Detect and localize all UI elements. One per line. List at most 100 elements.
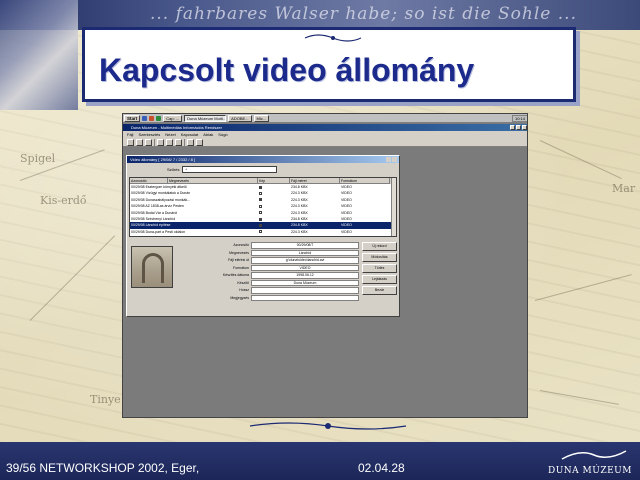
windows-taskbar: Start Cap: ... Duna Múzeum Multi... ADOB… — [123, 114, 527, 123]
detail-label: Megnevezés — [229, 250, 249, 255]
filter-row: Szűrés * — [167, 166, 278, 173]
new-record-button[interactable]: Új rekord — [362, 242, 397, 251]
video-table: Azonosító Megnevezés Kép Fájl méret Form… — [129, 177, 397, 237]
divider-ornament-icon — [249, 422, 407, 430]
detail-buttons: Új rekord Módosítás Törlés Lejátszás Bez… — [362, 242, 397, 297]
table-body: 00/29/08 Esztergom környéki átkelő 234.8 … — [130, 184, 396, 236]
checked-checkbox-icon[interactable] — [259, 217, 262, 221]
detail-label: Készítő — [237, 280, 249, 285]
detail-field[interactable] — [251, 287, 359, 294]
slide-title: Kapcsolt video állomány — [99, 52, 475, 88]
row-format: VIDEO — [340, 235, 390, 236]
desktop-screenshot: Start Cap: ... Duna Múzeum Multi... ADOB… — [122, 113, 528, 418]
map-line — [539, 140, 622, 179]
row-name: 00/29/08 Hajózás a Dunán — [130, 235, 258, 236]
quicklaunch-icon[interactable] — [149, 115, 155, 121]
detail-field[interactable]: Lánchíd — [251, 249, 359, 256]
detail-field[interactable]: 1998.06.12 — [251, 272, 359, 279]
filter-input[interactable]: * — [182, 166, 278, 173]
toolbar-separator — [154, 139, 155, 146]
map-label: Spigel — [20, 152, 56, 165]
detail-field[interactable]: g:\duna\video\lanchid.avi — [251, 257, 359, 264]
checked-checkbox-icon[interactable] — [259, 185, 262, 189]
detail-field[interactable]: 00/29/08/7 — [251, 242, 359, 249]
detail-panel: Azonosító Megnevezés Fájl elérési út For… — [129, 240, 397, 316]
dialog-titlebar: Video állomány [ 29/08/ 7 / 2332 / 8 ] — [127, 156, 399, 163]
taskbar-item[interactable]: Cap: ... — [163, 114, 183, 122]
detail-label: Készítés dátuma — [222, 273, 249, 277]
menu-item-edit[interactable]: Szerkesztés — [138, 131, 160, 138]
detail-field[interactable] — [251, 294, 359, 301]
detail-labels: Azonosító Megnevezés Fájl elérési út For… — [189, 242, 249, 302]
video-thumbnail — [131, 246, 173, 288]
taskbar-item[interactable]: Mic... — [253, 114, 270, 122]
row-image-flag[interactable] — [258, 235, 290, 236]
row-size: 234.8 KBX — [290, 235, 340, 236]
filter-icon[interactable] — [175, 139, 182, 146]
detail-label: Fájl elérési út — [228, 258, 249, 262]
checked-checkbox-icon[interactable] — [259, 223, 262, 227]
menu-item-view[interactable]: Nézet — [165, 131, 175, 138]
footer-text: 39/56 NETWORKSHOP 2002, Eger, — [6, 461, 200, 475]
detail-field[interactable]: VIDEO — [251, 264, 359, 271]
table-row[interactable]: 00/29/08 Hajózás a Dunán 234.8 KBXVIDEO — [130, 235, 396, 236]
taskbar-item[interactable]: Duna Múzeum Multi... — [184, 114, 227, 122]
close-icon[interactable] — [522, 125, 527, 130]
maximize-icon[interactable] — [516, 125, 521, 130]
menu-item-window[interactable]: Ablak — [203, 131, 213, 138]
minimize-icon[interactable] — [510, 125, 515, 130]
map-line — [29, 235, 116, 321]
map-label: Mar — [612, 182, 636, 195]
find-icon[interactable] — [166, 139, 173, 146]
menu-item-file[interactable]: Fájl — [127, 131, 133, 138]
app-menubar: Fájl Szerkesztés Nézet Kapcsolat Ablak S… — [123, 131, 527, 138]
detail-label: Hossz — [239, 288, 249, 292]
app-titlebar: Duna Múzeum - Multimédiás Információs Re… — [123, 124, 527, 131]
menu-item-link[interactable]: Kapcsolat — [181, 131, 199, 138]
taskbar-clock: 10:14 — [511, 114, 527, 122]
bridge-arch-image — [142, 253, 164, 283]
quicklaunch-icon[interactable] — [156, 115, 162, 121]
taskbar-item[interactable]: ADOBE... — [228, 114, 252, 122]
app-title-text: Duna Múzeum - Multimédiás Információs Re… — [131, 125, 222, 130]
map-line — [534, 274, 632, 301]
filter-label: Szűrés — [167, 167, 180, 172]
video-icon[interactable] — [187, 139, 194, 146]
map-line — [539, 390, 619, 405]
close-button[interactable]: Bezár — [362, 286, 397, 295]
help-icon[interactable] — [196, 139, 203, 146]
menu-item-help[interactable]: Súgó — [218, 131, 227, 138]
map-label: Tinye — [90, 393, 121, 406]
app-toolbar — [123, 138, 527, 147]
dialog-title: Video állomány [ 29/08/ 7 / 2332 / 8 ] — [130, 157, 196, 162]
delete-button[interactable]: Törlés — [362, 264, 397, 273]
detail-values: 00/29/08/7 Lánchíd g:\duna\video\lanchid… — [251, 242, 359, 302]
detail-field[interactable]: Duna Múzeum — [251, 279, 359, 286]
maximize-icon[interactable] — [386, 157, 391, 162]
print-icon[interactable] — [157, 139, 164, 146]
table-scrollbar[interactable] — [391, 178, 396, 236]
ornament-icon — [304, 34, 362, 42]
start-button[interactable]: Start — [124, 114, 141, 122]
video-dialog: Video állomány [ 29/08/ 7 / 2332 / 8 ] S… — [126, 155, 400, 317]
checkbox-icon[interactable] — [259, 230, 262, 234]
checkbox-icon[interactable] — [259, 204, 262, 208]
checkbox-icon[interactable] — [259, 211, 262, 215]
close-icon[interactable] — [392, 157, 397, 162]
save-icon[interactable] — [145, 139, 152, 146]
detail-label: Formátum — [233, 265, 249, 270]
detail-label: Azonosító — [233, 243, 249, 247]
toolbar-separator — [184, 139, 185, 146]
quicklaunch-icon[interactable] — [142, 115, 148, 121]
checked-checkbox-icon[interactable] — [259, 198, 262, 202]
footer-date: 02.04.28 — [358, 461, 405, 475]
map-label: Kis-erdő — [40, 194, 87, 207]
statue-image — [0, 0, 78, 110]
checkbox-icon[interactable] — [259, 191, 262, 195]
open-icon[interactable] — [136, 139, 143, 146]
detail-label: Megjegyzés — [230, 295, 249, 300]
museum-logo-text: DUNA MÚZEUM — [548, 466, 632, 476]
modify-button[interactable]: Módosítás — [362, 253, 397, 262]
play-button[interactable]: Lejátszás — [362, 275, 397, 284]
new-icon[interactable] — [127, 139, 134, 146]
